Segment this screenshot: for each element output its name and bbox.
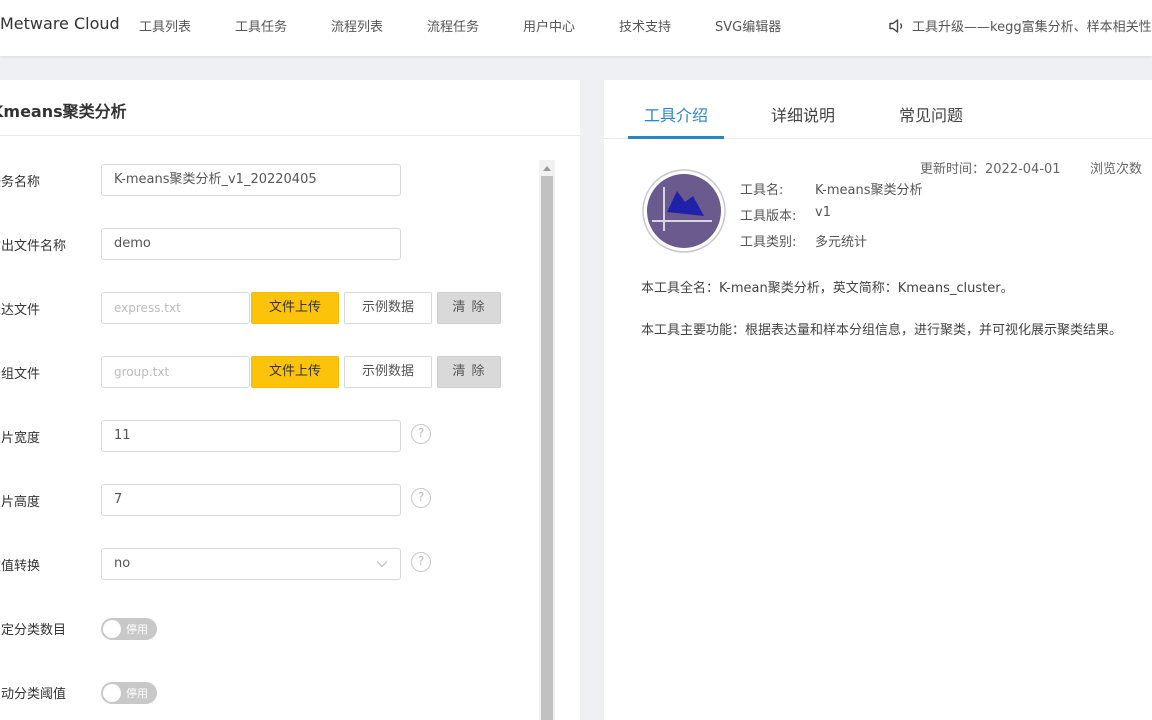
nav-tech-support[interactable]: 技术支持 — [619, 16, 671, 35]
auto-k-label: 自动分类阈值 — [0, 687, 67, 702]
top-navbar: Metware Cloud 工具列表 工具任务 流程列表 流程任务 用户中心 技… — [0, 0, 1152, 56]
express-sample-button[interactable]: 示例数据 — [344, 292, 432, 324]
tab-details[interactable]: 详细说明 — [771, 102, 835, 126]
fixed-k-state: 停用 — [126, 623, 148, 636]
tool-name-label: 工具名: — [740, 183, 784, 198]
speaker-icon — [889, 18, 903, 33]
tool-info-panel: 工具介绍 详细说明 常见问题 更新时间：2022-04-01 浏览次数 工具名:… — [604, 80, 1152, 720]
transform-value: no — [114, 556, 131, 571]
transform-label: 数值转换 — [0, 559, 41, 574]
brand-logo[interactable]: Metware Cloud — [0, 14, 120, 33]
express-clear-button[interactable]: 清 除 — [437, 292, 501, 324]
view-count: 浏览次数 — [1090, 162, 1143, 177]
toggle-knob — [103, 620, 121, 638]
transform-help-icon[interactable]: ? — [411, 552, 431, 572]
group-clear-button[interactable]: 清 除 — [437, 356, 501, 388]
tool-version-label: 工具版本: — [740, 209, 797, 224]
tool-form-panel: Kmeans聚类分析 任务名称 K-means聚类分析_v1_20220405 … — [0, 80, 580, 720]
tool-function-desc: 本工具主要功能：根据表达量和样本分组信息，进行聚类，并可视化展示聚类结果。 — [641, 323, 1123, 338]
express-upload-button[interactable]: 文件上传 — [251, 292, 339, 324]
nav-flow-list[interactable]: 流程列表 — [331, 16, 383, 35]
chevron-down-icon — [376, 561, 388, 568]
tool-title: Kmeans聚类分析 — [0, 102, 127, 121]
width-label: 图片宽度 — [0, 431, 41, 446]
tool-logo — [642, 169, 726, 253]
tab-intro[interactable]: 工具介绍 — [644, 102, 708, 126]
nav-user-center[interactable]: 用户中心 — [523, 16, 575, 35]
width-help-icon[interactable]: ? — [411, 424, 431, 444]
form-scrollbar[interactable] — [539, 160, 555, 720]
group-upload-button[interactable]: 文件上传 — [251, 356, 339, 388]
nav-tool-list[interactable]: 工具列表 — [139, 16, 191, 35]
notice-text: 工具升级——kegg富集分析、样本相关性分析 — [912, 20, 1152, 35]
active-tab-indicator — [628, 136, 724, 139]
auto-k-state: 停用 — [126, 687, 148, 700]
nav-flow-tasks[interactable]: 流程任务 — [427, 16, 479, 35]
nav-tool-tasks[interactable]: 工具任务 — [235, 16, 287, 35]
output-name-label: 输出文件名称 — [0, 239, 67, 254]
tab-faq[interactable]: 常见问题 — [899, 102, 963, 126]
scroll-thumb[interactable] — [541, 176, 553, 720]
width-input[interactable]: 11 — [101, 420, 401, 452]
output-name-input[interactable]: demo — [101, 228, 401, 260]
height-label: 图片高度 — [0, 495, 41, 510]
express-file-label: 表达文件 — [0, 303, 41, 318]
fixed-k-toggle[interactable]: 停用 — [101, 618, 157, 640]
nav-svg-editor[interactable]: SVG编辑器 — [715, 16, 781, 35]
group-file-input[interactable]: group.txt — [101, 356, 250, 388]
tool-category-label: 工具类别: — [740, 235, 797, 250]
group-file-label: 分组文件 — [0, 367, 41, 382]
group-sample-button[interactable]: 示例数据 — [344, 356, 432, 388]
scroll-up-arrow-icon[interactable] — [543, 166, 551, 171]
height-help-icon[interactable]: ? — [411, 488, 431, 508]
transform-select[interactable]: no — [101, 548, 401, 580]
tool-fullname-desc: 本工具全名：K-mean聚类分析，英文简称：Kmeans_cluster。 — [641, 281, 1014, 296]
tool-name: K-means聚类分析 — [815, 183, 923, 198]
tool-category: 多元统计 — [815, 235, 868, 250]
height-input[interactable]: 7 — [101, 484, 401, 516]
tool-version: v1 — [815, 205, 831, 220]
tab-bar: 工具介绍 详细说明 常见问题 — [604, 80, 1152, 139]
task-name-input[interactable]: K-means聚类分析_v1_20220405 — [101, 164, 401, 196]
fixed-k-label: 固定分类数目 — [0, 623, 67, 638]
task-name-label: 任务名称 — [0, 175, 41, 190]
panel-title: Kmeans聚类分析 — [0, 98, 580, 136]
update-time: 更新时间：2022-04-01 — [920, 162, 1061, 177]
express-file-input[interactable]: express.txt — [101, 292, 250, 324]
notice-bar[interactable]: 工具升级——kegg富集分析、样本相关性分析 — [888, 16, 1152, 35]
auto-k-toggle[interactable]: 停用 — [101, 682, 157, 704]
toggle-knob — [103, 684, 121, 702]
